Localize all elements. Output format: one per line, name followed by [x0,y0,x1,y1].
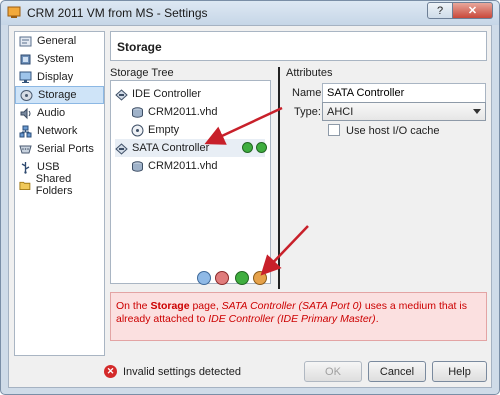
sidebar-item-label: Storage [38,89,77,101]
add-controller-icon[interactable] [197,271,211,285]
sidebar-item-label: Serial Ports [37,143,94,155]
controller-type-value: AHCI [327,106,354,118]
add-hard-disk-icon[interactable] [256,142,267,153]
sidebar-item-storage[interactable]: Storage [15,86,104,104]
type-label: Type: [294,106,321,118]
attributes-label: Attributes [286,67,333,79]
title-close-button[interactable]: ✕ [453,2,493,19]
sidebar-item-audio[interactable]: Audio [15,104,104,122]
sidebar-item-label: System [37,53,74,65]
sidebar-item-display[interactable]: Display [15,68,104,86]
optical-disc-icon [131,124,144,136]
sidebar-item-label: Display [37,71,74,83]
remove-attachment-icon[interactable] [253,271,267,285]
settings-window: CRM 2011 VM from MS - Settings ? ✕ Gener… [0,0,500,395]
shared-folders-icon [19,181,31,190]
host-io-cache-label: Use host I/O cache [346,125,440,137]
sidebar-item-label: Audio [37,107,66,119]
ok-button[interactable]: OK [304,361,362,382]
sata-controller-icon [115,142,128,155]
message-target: IDE Controller (IDE Primary Master) [208,313,376,325]
storage-icon [20,89,33,101]
message-text: On the [116,300,151,312]
help-button[interactable]: Help [432,361,487,382]
tree-item-sata-controller[interactable]: SATA Controller [115,139,267,157]
sidebar-item-label: USB [37,161,60,173]
hard-disk-icon [132,106,143,118]
add-cd-drive-icon[interactable] [242,142,253,153]
tree-item-hard-disk[interactable]: CRM2011.vhd [131,157,218,175]
ide-controller-icon [115,88,128,101]
tree-item-label: CRM2011.vhd [148,160,218,172]
message-page-name: Storage [150,300,190,312]
tree-item-label: IDE Controller [132,88,202,100]
tree-item-ide-controller[interactable]: IDE Controller [115,85,201,103]
usb-icon [21,161,30,174]
remove-controller-icon[interactable] [215,271,229,285]
sidebar-item-network[interactable]: Network [15,122,104,140]
pane-divider [278,67,280,289]
title-help-button[interactable]: ? [427,2,453,19]
serial-ports-icon [19,145,32,153]
hard-disk-icon [132,160,143,172]
network-icon [19,125,32,137]
title-bar: CRM 2011 VM from MS - Settings ? ✕ [1,1,499,25]
status-text: Invalid settings detected [123,365,242,378]
host-io-cache-checkbox[interactable] [328,124,340,136]
sidebar-item-label: General [37,35,77,47]
page-header: Storage [110,31,487,61]
display-icon [19,71,32,83]
sidebar-item-shared-folders[interactable]: Shared Folders [15,173,104,197]
window-title: CRM 2011 VM from MS - Settings [27,6,208,20]
system-icon [20,54,31,64]
add-attachment-icon[interactable] [235,271,249,285]
error-icon: ✕ [104,365,117,378]
tree-item-label: SATA Controller [132,142,210,154]
message-text: . [375,313,379,325]
name-label: Name: [292,87,325,99]
tree-item-hard-disk[interactable]: CRM2011.vhd [131,103,218,121]
storage-tree[interactable]: IDE Controller CRM2011.vhd Empty SATA Co… [110,80,271,284]
virtualbox-app-icon [7,6,21,18]
sidebar-item-label: Network [37,125,78,137]
tree-item-label: Empty [148,124,180,136]
validation-message: On the Storage page, SATA Controller (SA… [110,292,487,341]
chevron-down-icon [473,109,481,114]
controller-type-select[interactable]: AHCI [322,102,486,121]
sidebar-item-serial-ports[interactable]: Serial Ports [15,140,104,158]
tree-item-label: CRM2011.vhd [148,106,218,118]
controller-name-input[interactable] [322,83,486,103]
general-icon [19,36,32,46]
page-title: Storage [117,40,162,54]
message-text: page, [189,300,222,312]
settings-sidebar: General System Display Storage Audio Net… [14,31,105,356]
message-item: SATA Controller (SATA Port 0) [221,300,362,312]
window-controls: ? ✕ [427,2,493,19]
audio-icon [20,107,31,119]
sidebar-item-general[interactable]: General [15,32,104,50]
cancel-button[interactable]: Cancel [368,361,426,382]
dialog-content: General System Display Storage Audio Net… [8,25,492,388]
storage-tree-label: Storage Tree [110,67,174,79]
sidebar-item-system[interactable]: System [15,50,104,68]
tree-item-optical-drive[interactable]: Empty [131,121,179,139]
status-area: ✕ Invalid settings detected [104,365,241,378]
sidebar-item-label: Shared Folders [35,173,73,197]
